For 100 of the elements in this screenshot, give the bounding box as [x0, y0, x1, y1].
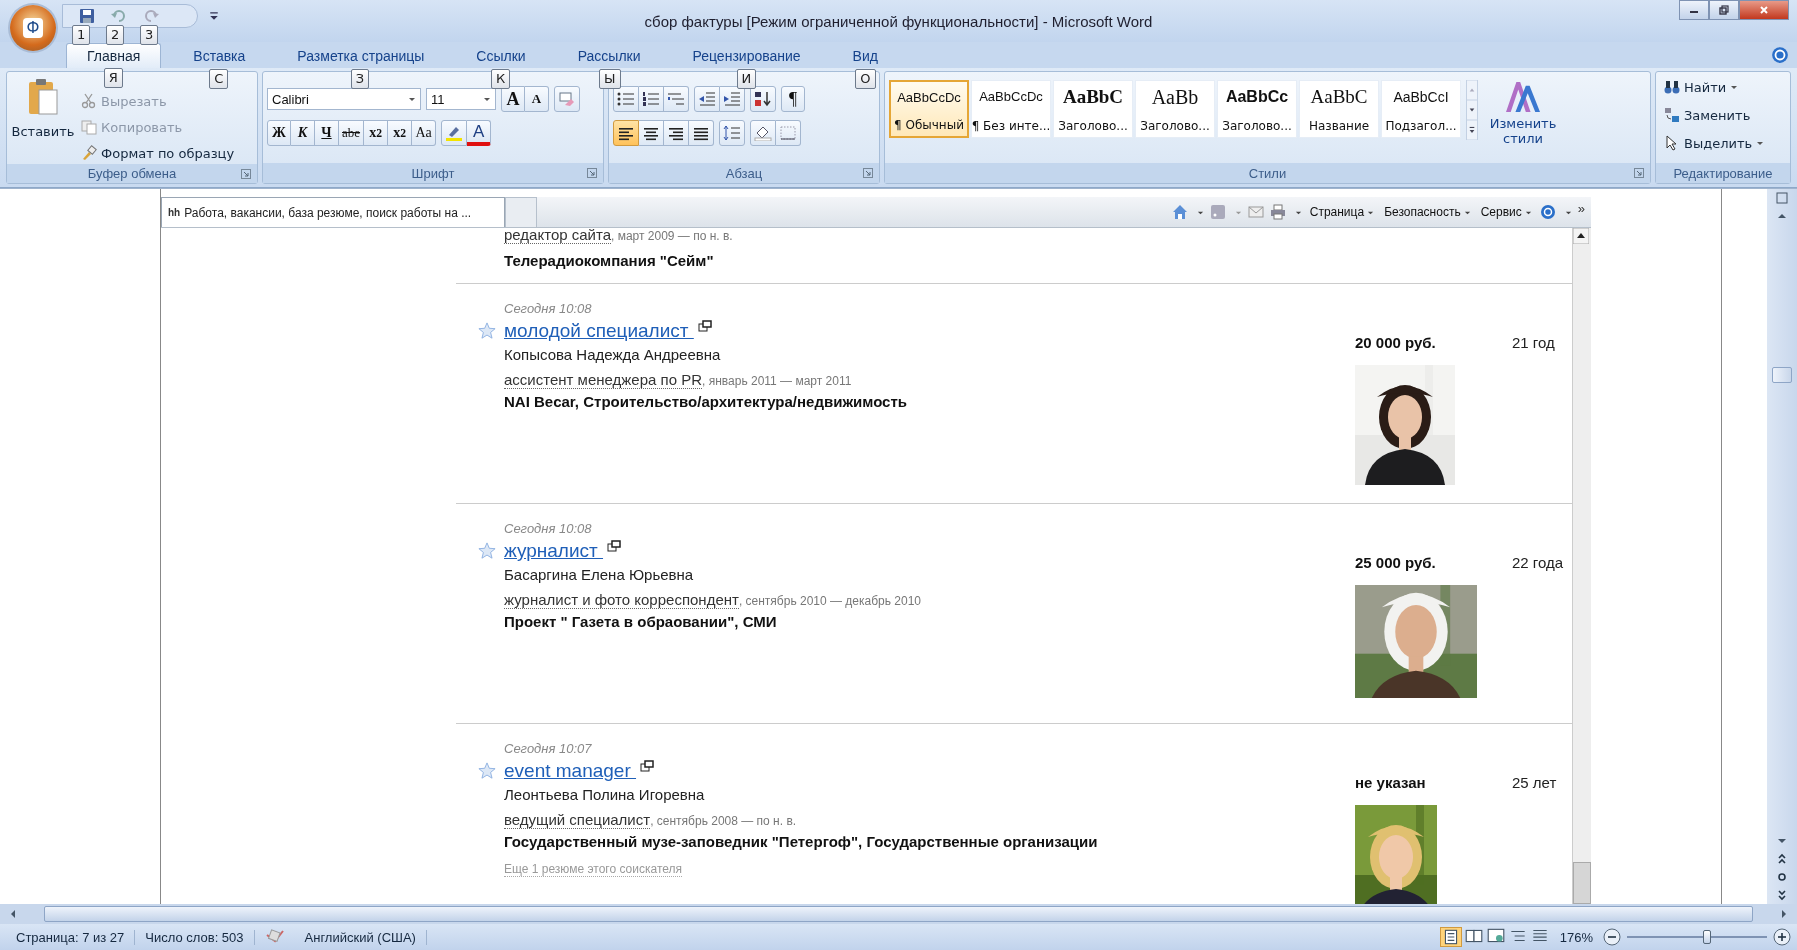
highlight-button[interactable]	[441, 120, 468, 146]
numbered-list-icon	[642, 91, 660, 107]
resume-title-link[interactable]: event manager	[504, 760, 637, 782]
scroll-thumb[interactable]	[1573, 862, 1591, 904]
format-button[interactable]: Ж	[267, 120, 291, 146]
ribbon-tab[interactable]: Вставка	[173, 44, 266, 68]
overflow-button[interactable]: »	[1577, 200, 1585, 216]
font-name-field[interactable]: Calibri	[267, 88, 421, 110]
ribbon-tab[interactable]: Рецензирование	[672, 44, 821, 68]
align-left-button[interactable]	[613, 120, 639, 146]
print-layout-icon[interactable]	[1439, 927, 1462, 947]
zoom-in-icon[interactable]	[1773, 928, 1791, 946]
next-page-icon[interactable]	[1775, 888, 1789, 902]
office-button[interactable]: Ф	[10, 5, 56, 51]
resume-title-link[interactable]: молодой специалист	[504, 320, 694, 342]
position-link[interactable]: ассистент менеджера по PR	[504, 371, 702, 389]
dialog-launcher-icon[interactable]	[863, 168, 873, 178]
new-window-icon[interactable]	[640, 760, 655, 772]
format-button[interactable]: Aa	[412, 120, 437, 146]
line-spacing-button[interactable]	[719, 120, 745, 146]
style-preset[interactable]: AaBbC Заголово...	[1053, 80, 1133, 138]
show-marks-button[interactable]: ¶	[781, 86, 805, 112]
decrease-indent-button[interactable]	[694, 86, 720, 112]
align-right-button[interactable]	[664, 120, 689, 146]
style-preset[interactable]: AaBb Заголово...	[1135, 80, 1215, 138]
home-icon[interactable]	[1171, 204, 1188, 220]
spellcheck-icon[interactable]	[264, 929, 285, 945]
customize-caret-icon[interactable]	[209, 11, 219, 21]
style-preset[interactable]: AaBbCc Заголово...	[1217, 80, 1297, 138]
align-justify-button[interactable]	[689, 120, 714, 146]
star-icon[interactable]	[478, 322, 496, 340]
ribbon-tab[interactable]: Разметка страницы	[277, 44, 445, 68]
ribbon-tab[interactable]: Ссылки	[456, 44, 546, 68]
resume-title-link[interactable]: журналист	[504, 540, 604, 562]
editing-button[interactable]: Заменить	[1664, 102, 1786, 128]
multilevel-list-button[interactable]	[664, 86, 689, 112]
dialog-launcher-icon[interactable]	[587, 168, 597, 178]
clipboard-button[interactable]: Формат по образцу	[81, 142, 235, 164]
scroll-thumb[interactable]	[1772, 367, 1792, 383]
scroll-up-icon[interactable]	[1573, 228, 1589, 244]
zoom-level[interactable]: 176%	[1555, 929, 1597, 945]
editing-button[interactable]: Найти	[1664, 74, 1786, 100]
position-link[interactable]: журналист и фото корреспондент	[504, 591, 739, 609]
style-preset[interactable]: AaBbCcDc ¶ Без инте...	[971, 80, 1051, 138]
new-window-icon[interactable]	[697, 320, 712, 332]
scrollbar[interactable]	[1572, 228, 1591, 904]
browser-menu[interactable]: Безопасность	[1384, 205, 1471, 219]
help-icon[interactable]	[1771, 46, 1789, 64]
format-button[interactable]: abe	[339, 120, 365, 146]
shading-button[interactable]	[750, 120, 776, 146]
numbered-list-button[interactable]	[639, 86, 664, 112]
ribbon-tab[interactable]: Вид	[832, 44, 898, 68]
increase-indent-button[interactable]	[720, 86, 745, 112]
reading-view-icon[interactable]	[1463, 927, 1484, 945]
paste-button[interactable]: Вставить	[11, 76, 75, 164]
scroll-thumb[interactable]	[44, 906, 1753, 922]
star-icon[interactable]	[478, 762, 496, 780]
align-center-button[interactable]	[639, 120, 664, 146]
grow-font-button[interactable]: A	[501, 86, 525, 112]
style-preset[interactable]: AaBbC Название	[1299, 80, 1379, 138]
minimize-button[interactable]	[1679, 0, 1709, 20]
help-icon[interactable]	[1539, 204, 1556, 220]
sort-button[interactable]	[750, 86, 776, 112]
zoom-out-icon[interactable]	[1603, 928, 1621, 946]
web-layout-icon[interactable]	[1485, 927, 1506, 945]
star-icon[interactable]	[478, 542, 496, 560]
format-button[interactable]: К	[291, 120, 315, 146]
close-button[interactable]	[1739, 0, 1789, 20]
editing-button[interactable]: Выделить	[1664, 130, 1786, 156]
borders-button[interactable]	[776, 120, 801, 146]
change-styles-button[interactable]: Изменить стили	[1487, 80, 1559, 146]
bullet-list-button[interactable]	[613, 86, 639, 112]
word-count[interactable]: Число слов: 503	[135, 929, 255, 945]
print-icon[interactable]	[1269, 204, 1286, 220]
browse-object-icon[interactable]	[1775, 870, 1789, 884]
position-link[interactable]: редактор сайта	[504, 228, 611, 244]
restore-icon	[1719, 5, 1729, 15]
dialog-launcher-icon[interactable]	[241, 168, 251, 179]
font-size-field[interactable]: 11	[426, 88, 496, 110]
dialog-launcher-icon[interactable]	[1634, 168, 1644, 178]
new-window-icon[interactable]	[607, 540, 622, 552]
zoom-slider-thumb[interactable]	[1702, 930, 1711, 944]
language-indicator[interactable]: Английский (США)	[294, 929, 427, 945]
browser-menu[interactable]: Страница	[1309, 205, 1375, 219]
page-count[interactable]: Страница: 7 из 27	[6, 929, 136, 945]
browser-menu[interactable]: Сервис	[1480, 205, 1532, 219]
salary-text: 20 000 руб.	[1355, 334, 1437, 351]
save-icon[interactable]	[79, 8, 95, 24]
scrollbar[interactable]	[1767, 189, 1797, 904]
style-preset[interactable]: AaBbCcDc ¶ Обычный	[889, 80, 969, 138]
gallery-more-icon[interactable]	[1465, 120, 1479, 140]
style-preset[interactable]: AaBbCcI Подзагол...	[1381, 80, 1461, 138]
ribbon-tab[interactable]: Главная	[66, 43, 162, 68]
position-link[interactable]: ведущий специалист	[504, 811, 651, 829]
ribbon-tab[interactable]: Рассылки	[557, 44, 661, 68]
browser-tab[interactable]: hh Работа, вакансии, база резюме, поиск работы на ...	[161, 197, 505, 227]
shrink-font-button[interactable]: A	[525, 86, 549, 112]
restore-button[interactable]	[1709, 0, 1739, 20]
format-button[interactable]: Ч	[315, 120, 339, 146]
font-color-button[interactable]: A	[467, 120, 492, 146]
